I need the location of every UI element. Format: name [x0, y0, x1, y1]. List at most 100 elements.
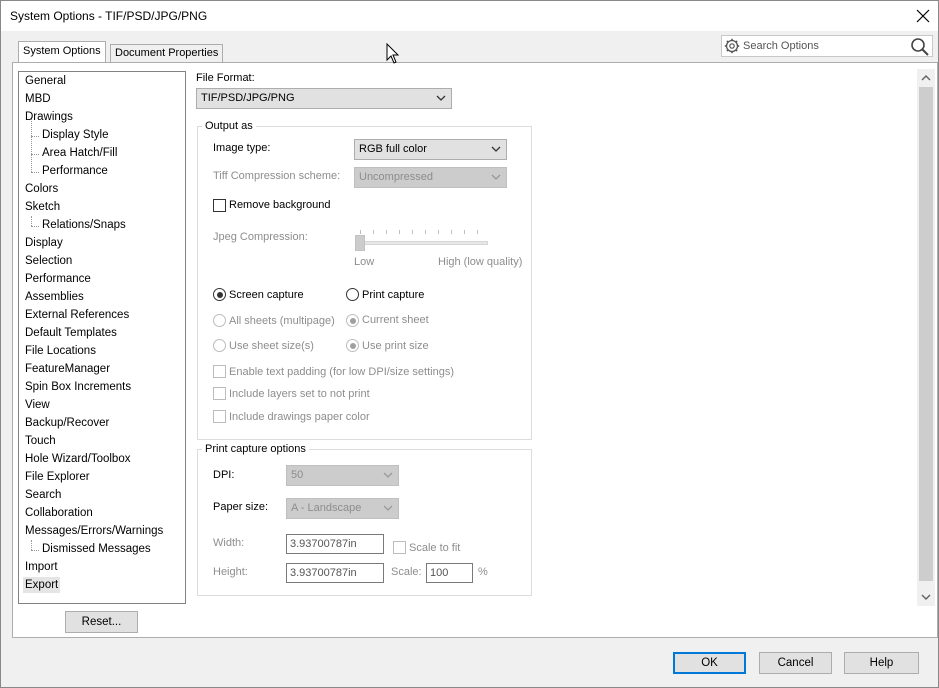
print-capture-label: Print capture [362, 289, 425, 301]
slider-thumb[interactable] [355, 235, 365, 251]
tree-item-default-templates[interactable]: Default Templates [23, 325, 119, 341]
scroll-up-icon[interactable] [917, 69, 935, 87]
file-format-label: File Format: [196, 72, 255, 84]
search-icon[interactable] [910, 37, 930, 57]
paper-size-value: A - Landscape [291, 502, 362, 514]
tree-item-file-locations[interactable]: File Locations [23, 343, 98, 359]
tree-item-sketch[interactable]: Sketch [23, 199, 62, 215]
tiff-compression-label: Tiff Compression scheme: [213, 170, 341, 182]
include-paper-color-label: Include drawings paper color [229, 411, 370, 423]
image-type-select[interactable]: RGB full color [354, 139, 507, 160]
title-bar: System Options - TIF/PSD/JPG/PNG [0, 0, 939, 31]
jpeg-compression-label: Jpeg Compression: [213, 231, 308, 243]
all-sheets-radio[interactable] [213, 314, 226, 327]
chevron-down-icon [491, 146, 501, 152]
current-sheet-label: Current sheet [362, 314, 429, 326]
tree-item-backup-recover[interactable]: Backup/Recover [23, 415, 111, 431]
print-capture-title: Print capture options [202, 443, 309, 455]
scale-to-fit-checkbox[interactable] [393, 541, 406, 554]
tree-item-collaboration[interactable]: Collaboration [23, 505, 95, 521]
dpi-label: DPI: [213, 469, 235, 481]
width-label: Width: [213, 537, 245, 549]
tree-item-export[interactable]: Export [23, 577, 61, 593]
tree-item-relations-snaps[interactable]: Relations/Snaps [40, 217, 128, 233]
tree-item-drawings[interactable]: Drawings [23, 109, 75, 125]
search-input[interactable]: Search Options [743, 40, 819, 52]
paper-size-select[interactable]: A - Landscape [286, 498, 399, 519]
tree-item-selection[interactable]: Selection [23, 253, 74, 269]
tiff-compression-select[interactable]: Uncompressed [354, 167, 507, 188]
tree-item-search[interactable]: Search [23, 487, 63, 503]
screen-capture-label: Screen capture [229, 289, 304, 301]
tree-item-display-style[interactable]: Display Style [40, 127, 110, 143]
tree-item-view[interactable]: View [23, 397, 52, 413]
percent-label: % [478, 566, 488, 578]
vertical-scrollbar[interactable] [917, 69, 935, 606]
tab-system-options[interactable]: System Options [18, 41, 106, 63]
file-format-select[interactable]: TIF/PSD/JPG/PNG [196, 88, 452, 109]
use-sheet-size-label: Use sheet size(s) [229, 340, 314, 352]
screen-capture-radio[interactable] [213, 288, 226, 301]
slider-track [356, 241, 488, 245]
tree-item-area-hatch-fill[interactable]: Area Hatch/Fill [40, 145, 119, 161]
print-capture-radio[interactable] [346, 288, 359, 301]
tree-item-colors[interactable]: Colors [23, 181, 60, 197]
file-format-value: TIF/PSD/JPG/PNG [201, 92, 295, 104]
scroll-down-icon[interactable] [917, 588, 935, 606]
tree-item-dismissed-messages[interactable]: Dismissed Messages [40, 541, 153, 557]
scale-label: Scale: [391, 566, 422, 578]
reset-button[interactable]: Reset... [65, 611, 138, 633]
tree-item-mbd[interactable]: MBD [23, 91, 53, 107]
image-type-label: Image type: [213, 142, 271, 154]
tree-item-featuremanager[interactable]: FeatureManager [23, 361, 112, 377]
current-sheet-radio[interactable] [346, 314, 359, 327]
remove-background-checkbox[interactable] [213, 199, 226, 212]
tree-item-hole-wizard-toolbox[interactable]: Hole Wizard/Toolbox [23, 451, 132, 467]
output-as-title: Output as [202, 120, 256, 132]
tree-item-assemblies[interactable]: Assemblies [23, 289, 86, 305]
scale-to-fit-label: Scale to fit [409, 542, 461, 554]
use-sheet-size-radio[interactable] [213, 339, 226, 352]
chevron-down-icon [491, 174, 501, 180]
ok-button[interactable]: OK [673, 652, 746, 674]
tree-item-import[interactable]: Import [23, 559, 60, 575]
mouse-cursor-icon [386, 43, 400, 64]
close-icon[interactable] [913, 6, 933, 26]
dpi-value: 50 [291, 469, 304, 481]
include-layers-label: Include layers set to not print [229, 388, 370, 400]
chevron-down-icon [436, 95, 446, 101]
chevron-down-icon [383, 472, 393, 478]
width-input[interactable]: 3.93700787in [286, 534, 384, 554]
tree-item-messages-errors-warnings[interactable]: Messages/Errors/Warnings [23, 523, 165, 539]
search-box[interactable]: Search Options [721, 35, 933, 57]
height-label: Height: [213, 566, 248, 578]
enable-text-padding-checkbox[interactable] [213, 365, 226, 378]
include-layers-checkbox[interactable] [213, 387, 226, 400]
dpi-select[interactable]: 50 [286, 465, 399, 486]
paper-size-label: Paper size: [213, 501, 269, 513]
tree-item-touch[interactable]: Touch [23, 433, 58, 449]
chevron-down-icon [383, 505, 393, 511]
all-sheets-label: All sheets (multipage) [229, 315, 335, 327]
options-tree[interactable]: General MBD Drawings Display Style Area … [18, 71, 186, 604]
cancel-button[interactable]: Cancel [759, 652, 832, 674]
tab-document-properties[interactable]: Document Properties [110, 44, 224, 62]
tree-item-drawings-performance[interactable]: Performance [40, 163, 110, 179]
tree-item-general[interactable]: General [23, 73, 68, 89]
tree-item-external-references[interactable]: External References [23, 307, 131, 323]
gear-icon [724, 38, 740, 54]
jpeg-compression-slider[interactable] [354, 226, 488, 252]
height-input[interactable]: 3.93700787in [286, 563, 384, 583]
use-print-size-label: Use print size [362, 340, 429, 352]
use-print-size-radio[interactable] [346, 339, 359, 352]
tree-item-performance[interactable]: Performance [23, 271, 93, 287]
scrollbar-thumb[interactable] [919, 87, 933, 581]
remove-background-label: Remove background [229, 199, 331, 211]
tree-item-spin-box-increments[interactable]: Spin Box Increments [23, 379, 133, 395]
jpeg-high-label: High (low quality) [438, 256, 523, 268]
include-paper-color-checkbox[interactable] [213, 410, 226, 423]
tree-item-file-explorer[interactable]: File Explorer [23, 469, 92, 485]
scale-input[interactable]: 100 [426, 563, 473, 583]
help-button[interactable]: Help [844, 652, 919, 674]
tree-item-display[interactable]: Display [23, 235, 65, 251]
